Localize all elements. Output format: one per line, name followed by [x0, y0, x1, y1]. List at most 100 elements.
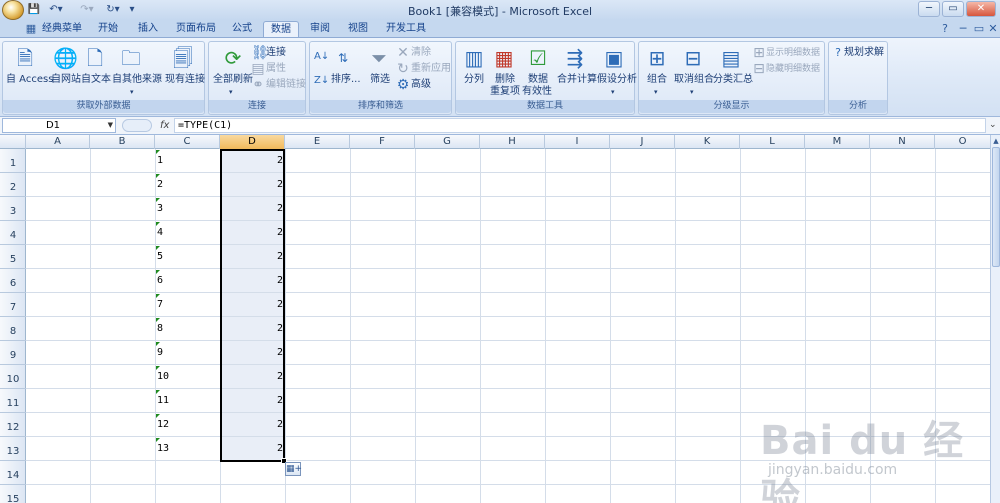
row-header-1[interactable]: 1 — [0, 149, 26, 173]
column-header-j[interactable]: J — [610, 135, 675, 149]
error-indicator-icon — [156, 150, 160, 154]
cell-c5[interactable]: 5 — [157, 251, 163, 263]
text-to-columns-icon: ▥ — [464, 46, 484, 70]
text-file-icon: 🗋 — [86, 46, 104, 70]
vertical-scrollbar[interactable]: ▲ — [990, 135, 1000, 503]
select-all-corner[interactable] — [0, 135, 26, 149]
column-header-d[interactable]: D — [220, 135, 285, 149]
row-header-10[interactable]: 10 — [0, 365, 26, 389]
tab-review[interactable]: 审阅 — [304, 21, 336, 38]
cell-c12[interactable]: 12 — [157, 419, 169, 431]
close-button[interactable]: ✕ — [966, 1, 996, 17]
column-header-o[interactable]: O — [935, 135, 990, 149]
group-label-data-tools: 数据工具 — [456, 100, 634, 113]
sort-ascending-icon[interactable]: A↓ — [314, 48, 329, 66]
row-headers: 1 2 3 4 5 6 7 8 9 10 11 12 13 14 15 — [0, 149, 26, 503]
error-indicator-icon — [156, 294, 160, 298]
cell-c8[interactable]: 8 — [157, 323, 163, 335]
ribbon-minimize-icon[interactable]: ─ — [956, 22, 970, 36]
column-header-e[interactable]: E — [285, 135, 350, 149]
cell-c2[interactable]: 2 — [157, 179, 163, 191]
name-box[interactable]: D1 ▼ — [2, 118, 116, 133]
column-header-i[interactable]: I — [545, 135, 610, 149]
row-header-4[interactable]: 4 — [0, 221, 26, 245]
tab-view[interactable]: 视图 — [342, 21, 374, 38]
refresh-icon: ⟳ — [224, 46, 242, 70]
data-validation-icon: ☑ — [529, 46, 547, 70]
column-header-c[interactable]: C — [155, 135, 220, 149]
ribbon-tabs: ▦ 经典菜单 开始 插入 页面布局 公式 数据 审阅 视图 开发工具 ? ─ ▭… — [0, 20, 1000, 38]
group-data-tools: ▥ 分列 ▦ 删除 重复项 ☑ 数据 有效性 ⇶ 合并计算 ▣ 假设分析 ▾ 数… — [455, 41, 637, 115]
row-header-12[interactable]: 12 — [0, 413, 26, 437]
tab-data[interactable]: 数据 — [263, 21, 299, 38]
sort-descending-icon[interactable]: Z↓ — [314, 72, 329, 90]
ribbon-restore-icon[interactable]: ▭ — [972, 22, 986, 36]
column-header-n[interactable]: N — [870, 135, 935, 149]
row-header-3[interactable]: 3 — [0, 197, 26, 221]
group-label-sort-filter: 排序和筛选 — [310, 100, 451, 113]
cell-c6[interactable]: 6 — [157, 275, 163, 287]
error-indicator-icon — [156, 366, 160, 370]
cell-c9[interactable]: 9 — [157, 347, 163, 359]
cell-c10[interactable]: 10 — [157, 371, 169, 383]
column-header-h[interactable]: H — [480, 135, 545, 149]
tab-insert[interactable]: 插入 — [132, 21, 164, 38]
column-header-b[interactable]: B — [90, 135, 155, 149]
row-header-5[interactable]: 5 — [0, 245, 26, 269]
restore-button[interactable]: ▭ — [942, 1, 964, 17]
group-analysis: ? 规划求解 分析 — [828, 41, 888, 115]
cell-c11[interactable]: 11 — [157, 395, 169, 407]
other-sources-icon: 🗀 — [121, 46, 141, 70]
column-header-l[interactable]: L — [740, 135, 805, 149]
row-header-6[interactable]: 6 — [0, 269, 26, 293]
row-header-7[interactable]: 7 — [0, 293, 26, 317]
what-if-icon: ▣ — [604, 46, 624, 70]
cell-c3[interactable]: 3 — [157, 203, 163, 215]
column-header-k[interactable]: K — [675, 135, 740, 149]
row-header-11[interactable]: 11 — [0, 389, 26, 413]
minimize-button[interactable]: ─ — [918, 1, 940, 17]
tab-formulas[interactable]: 公式 — [226, 21, 258, 38]
formula-bar-expand-icon[interactable] — [122, 119, 152, 132]
solver-icon: ? — [835, 46, 841, 59]
tab-developer[interactable]: 开发工具 — [382, 21, 430, 38]
row-header-8[interactable]: 8 — [0, 317, 26, 341]
tab-home[interactable]: 开始 — [92, 21, 124, 38]
consolidate-icon: ⇶ — [566, 46, 584, 70]
column-header-g[interactable]: G — [415, 135, 480, 149]
row-header-14[interactable]: 14 — [0, 461, 26, 485]
formula-expand-chevron-icon[interactable]: ⌄ — [989, 119, 997, 132]
row-header-13[interactable]: 13 — [0, 437, 26, 461]
group-outline: ⊞ 组合 ▾ ⊟ 取消组合 ▾ ▤ 分类汇总 ⊞ 显示明细数据 ⊟ 隐藏明细数据… — [638, 41, 825, 115]
insert-function-icon[interactable]: fx — [160, 119, 169, 132]
help-icon[interactable]: ? — [938, 22, 952, 36]
title-bar: 💾 ↶▾ ↷▾ ↻▾ ▾ Book1 [兼容模式] - Microsoft Ex… — [0, 0, 1000, 20]
ribbon-close-icon[interactable]: ✕ — [986, 22, 1000, 36]
chevron-down-icon[interactable]: ▼ — [108, 119, 113, 132]
tab-classic-menu[interactable]: 经典菜单 — [40, 21, 84, 38]
column-header-a[interactable]: A — [26, 135, 90, 149]
row-header-15[interactable]: 15 — [0, 485, 26, 503]
error-indicator-icon — [156, 318, 160, 322]
column-header-m[interactable]: M — [805, 135, 870, 149]
formula-input[interactable]: =TYPE(C1) — [174, 118, 986, 133]
cell-c13[interactable]: 13 — [157, 443, 169, 455]
remove-duplicates-icon: ▦ — [494, 46, 514, 70]
excel-window: 💾 ↶▾ ↷▾ ↻▾ ▾ Book1 [兼容模式] - Microsoft Ex… — [0, 0, 1000, 503]
web-icon: 🌐 — [53, 46, 78, 70]
access-icon: 🗎 — [16, 46, 34, 70]
cell-c7[interactable]: 7 — [157, 299, 163, 311]
column-header-f[interactable]: F — [350, 135, 415, 149]
auto-fill-options-icon[interactable]: ▦+ — [285, 462, 302, 476]
scroll-thumb[interactable] — [992, 147, 1000, 267]
baidu-watermark: Bai du 经验 jingyan.baidu.com — [760, 408, 990, 503]
edit-links-icon: ⚭ — [252, 77, 264, 93]
row-header-9[interactable]: 9 — [0, 341, 26, 365]
group-label-get-external-data: 获取外部数据 — [3, 100, 204, 113]
cell-c1[interactable]: 1 — [157, 155, 163, 167]
advanced-filter-icon: ⚙ — [396, 77, 410, 93]
tab-page-layout[interactable]: 页面布局 — [172, 21, 220, 38]
scroll-up-icon[interactable]: ▲ — [991, 136, 1000, 146]
cell-c4[interactable]: 4 — [157, 227, 163, 239]
row-header-2[interactable]: 2 — [0, 173, 26, 197]
